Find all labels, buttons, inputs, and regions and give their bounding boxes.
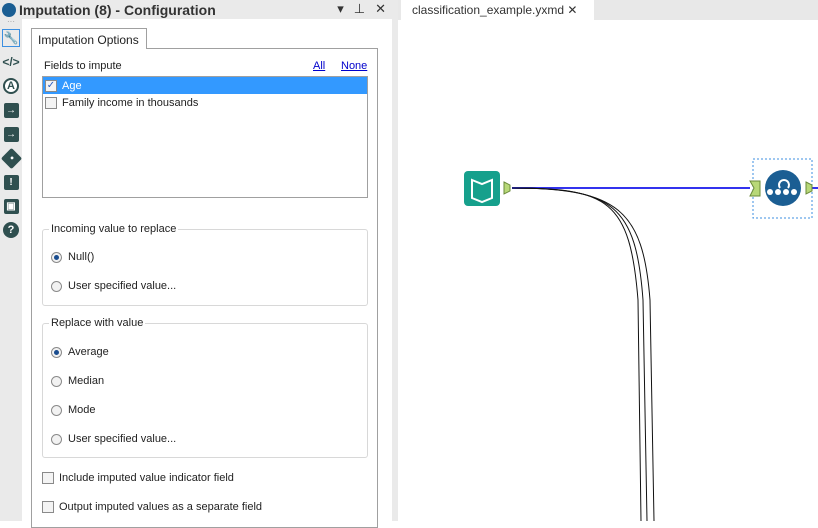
output-icon[interactable]: → — [2, 125, 20, 143]
output-anchor-icon[interactable] — [503, 181, 511, 195]
compass-icon[interactable]: A — [2, 77, 20, 95]
separate-field-checkbox[interactable]: Output imputed values as a separate fiel… — [42, 501, 262, 513]
config-sidebar: ··· 🔧 </> A → → • ! ▣ ? — [0, 17, 22, 521]
workflow-canvas[interactable]: classification_example.yxmd ✕ — [398, 0, 818, 521]
input-data-tool-icon[interactable] — [464, 171, 500, 206]
radio-incoming-user-value[interactable]: User specified value... — [51, 280, 176, 292]
fields-label: Fields to impute — [44, 60, 122, 72]
close-icon[interactable]: ✕ — [375, 1, 386, 17]
output-anchor-icon[interactable] — [805, 181, 813, 195]
group-title: Replace with value — [49, 317, 146, 329]
field-row-age[interactable]: ✓ Age — [43, 77, 367, 94]
configuration-panel: Imputation (8) - Configuration ▾ ⊥ ✕ ···… — [0, 0, 392, 528]
workflow-connections — [464, 158, 818, 521]
fields-list[interactable]: ✓ Age Family income in thousands — [42, 76, 368, 198]
tab-imputation-options[interactable]: Imputation Options — [31, 28, 147, 49]
radio-mode[interactable]: Mode — [51, 404, 96, 416]
field-checkbox[interactable]: ✓ — [45, 79, 57, 92]
dropdown-icon[interactable]: ▾ — [337, 1, 344, 17]
help-icon[interactable]: ? — [2, 221, 20, 239]
wrench-icon[interactable]: 🔧 — [2, 29, 20, 47]
incoming-value-group: Incoming value to replace Null() User sp… — [42, 223, 368, 306]
pin-icon[interactable]: ⊥ — [354, 1, 365, 17]
panel-title: Imputation (8) - Configuration — [19, 1, 216, 18]
connection-line[interactable] — [511, 187, 648, 521]
alteryx-logo-icon — [2, 2, 16, 17]
grip-icon: ··· — [7, 17, 15, 26]
indicator-field-checkbox[interactable]: Include imputed value indicator field — [42, 472, 234, 484]
group-title: Incoming value to replace — [49, 223, 179, 235]
field-name: Family income in thousands — [62, 96, 199, 109]
box-icon[interactable]: ▣ — [2, 197, 20, 215]
code-icon[interactable]: </> — [2, 53, 20, 71]
imputation-tool-icon[interactable] — [765, 170, 801, 206]
replace-with-group: Replace with value Average Median Mode U… — [42, 317, 368, 458]
radio-null[interactable]: Null() — [51, 251, 94, 263]
radio-replace-user-value[interactable]: User specified value... — [51, 433, 176, 445]
field-row-family-income[interactable]: Family income in thousands — [43, 94, 367, 111]
input-icon[interactable]: → — [2, 101, 20, 119]
select-none-link[interactable]: None — [341, 60, 367, 72]
tag-icon[interactable]: • — [0, 147, 22, 169]
select-all-link[interactable]: All — [313, 60, 325, 72]
field-name: Age — [62, 79, 82, 92]
field-checkbox[interactable] — [45, 96, 57, 109]
radio-median[interactable]: Median — [51, 375, 104, 387]
input-anchor-icon[interactable] — [749, 180, 761, 197]
panel-titlebar: Imputation (8) - Configuration ▾ ⊥ ✕ — [0, 0, 392, 19]
connection-line[interactable] — [511, 187, 642, 521]
radio-average[interactable]: Average — [51, 346, 109, 358]
alert-icon[interactable]: ! — [2, 173, 20, 191]
